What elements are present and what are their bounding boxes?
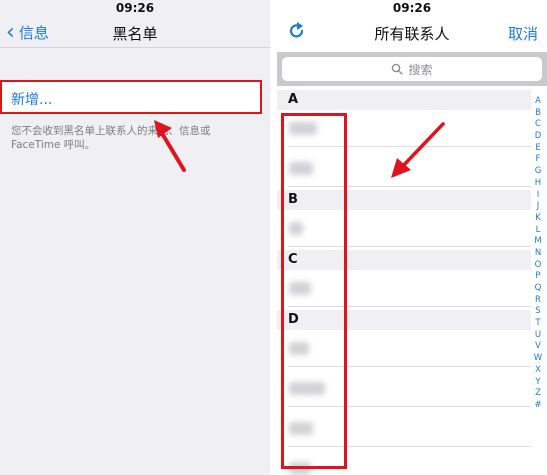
index-letter[interactable]: G xyxy=(533,166,543,178)
search-input[interactable]: 搜索 xyxy=(282,57,542,81)
index-letter[interactable]: C xyxy=(533,119,543,131)
index-letter[interactable]: J xyxy=(533,201,543,213)
index-letter[interactable]: F xyxy=(533,154,543,166)
index-letter[interactable]: # xyxy=(533,400,543,412)
index-letter[interactable]: U xyxy=(533,330,543,342)
index-letter[interactable]: B xyxy=(533,108,543,120)
contacts-picker-screen: 09:26 所有联系人 取消 搜索 ABCD ABCDEFGHIJKLMNOPQ… xyxy=(277,0,547,475)
status-bar-time: 09:26 xyxy=(392,1,432,15)
search-bar: 搜索 xyxy=(277,52,547,86)
page-title: 黑名单 xyxy=(112,25,158,43)
index-letter[interactable]: M xyxy=(533,236,543,248)
index-letter[interactable]: R xyxy=(533,295,543,307)
panel-divider xyxy=(270,0,277,475)
page-title: 所有联系人 xyxy=(374,25,450,43)
index-letter[interactable]: V xyxy=(533,341,543,353)
index-letter[interactable]: A xyxy=(533,96,543,108)
index-letter[interactable]: K xyxy=(533,213,543,225)
index-letter[interactable]: X xyxy=(533,365,543,377)
index-letter[interactable]: O xyxy=(533,260,543,272)
nav-divider xyxy=(0,47,270,48)
add-new-button[interactable]: 新增... xyxy=(0,80,262,114)
navigation-bar: 所有联系人 取消 xyxy=(277,18,547,48)
index-letter[interactable]: Y xyxy=(533,377,543,389)
section-header: A xyxy=(277,90,531,110)
index-letter[interactable]: T xyxy=(533,318,543,330)
index-letter[interactable]: Q xyxy=(533,283,543,295)
section-letter: A xyxy=(288,92,299,107)
annotation-arrow-icon xyxy=(154,120,186,172)
index-letter[interactable]: L xyxy=(533,225,543,237)
blacklist-screen: 09:26 ‹ 信息 黑名单 新增... 您不会收到黑名单上联系人的来电、信息或… xyxy=(0,0,270,475)
annotation-highlight-box xyxy=(281,113,347,469)
cancel-button[interactable]: 取消 xyxy=(508,23,538,44)
index-letter[interactable]: Z xyxy=(533,388,543,400)
section-index[interactable]: A B C D E F G H I J K L M N O P Q R S T U V W X Y Z # xyxy=(533,96,543,412)
index-letter[interactable]: E xyxy=(533,143,543,155)
add-new-label: 新增... xyxy=(11,92,53,108)
index-letter[interactable]: D xyxy=(533,131,543,143)
status-bar-time: 09:26 xyxy=(115,1,155,15)
index-letter[interactable]: S xyxy=(533,306,543,318)
search-icon xyxy=(392,63,404,75)
index-letter[interactable]: I xyxy=(533,190,543,202)
index-letter[interactable]: H xyxy=(533,178,543,190)
annotation-arrow-icon xyxy=(391,122,445,178)
index-letter[interactable]: P xyxy=(533,271,543,283)
blacklist-hint: 您不会收到黑名单上联系人的来电、信息或 FaceTime 呼叫。 xyxy=(11,125,211,151)
index-letter[interactable]: W xyxy=(533,353,543,365)
index-letter[interactable]: N xyxy=(533,248,543,260)
navigation-bar: ‹ 信息 黑名单 xyxy=(0,18,270,48)
search-placeholder: 搜索 xyxy=(408,62,433,77)
